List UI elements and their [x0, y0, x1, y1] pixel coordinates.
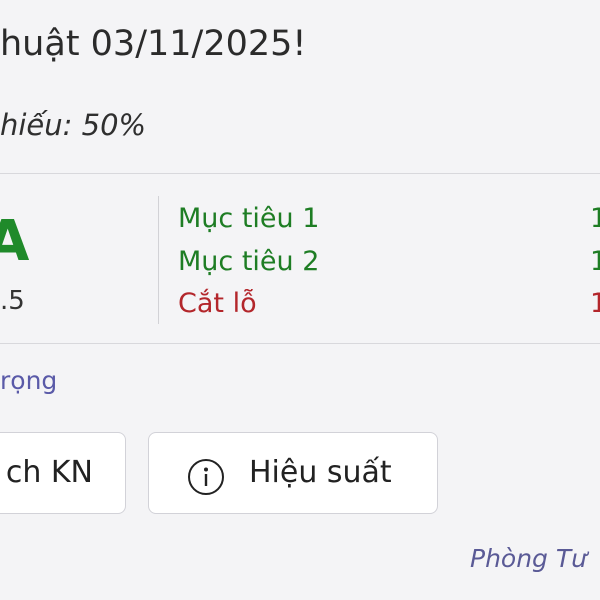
signal-card: huật 03/11/2025! hiếu: 50% A .5 Mục tiêu…	[0, 0, 600, 600]
rating-score: .5	[0, 286, 25, 316]
info-circle-icon	[188, 459, 224, 495]
target-label: Mục tiêu 2	[178, 246, 320, 277]
history-button[interactable]: ch KN	[0, 432, 126, 514]
target-value: 1	[590, 246, 600, 277]
ratio-text: hiếu: 50%	[0, 108, 147, 142]
divider	[0, 343, 600, 344]
divider	[0, 173, 600, 174]
page-title: huật 03/11/2025!	[0, 24, 307, 64]
target-value: 1	[590, 203, 600, 234]
performance-button-label: Hiệu suất	[249, 455, 392, 490]
stop-loss-value: 1	[590, 288, 600, 319]
history-button-label: ch KN	[5, 455, 93, 490]
target-row-2: Mục tiêu 2 1	[178, 245, 600, 279]
performance-button[interactable]: Hiệu suất	[148, 432, 438, 514]
rating-grade: A	[0, 209, 30, 274]
details-link[interactable]: rọng	[0, 366, 57, 395]
stop-loss-label: Cắt lỗ	[178, 288, 257, 319]
target-row-1: Mục tiêu 1 1	[178, 202, 600, 236]
vertical-divider	[158, 196, 159, 324]
stop-loss-row: Cắt lỗ 1	[178, 287, 600, 321]
target-label: Mục tiêu 1	[178, 203, 320, 234]
footer-signature: Phòng Tư	[470, 544, 587, 573]
